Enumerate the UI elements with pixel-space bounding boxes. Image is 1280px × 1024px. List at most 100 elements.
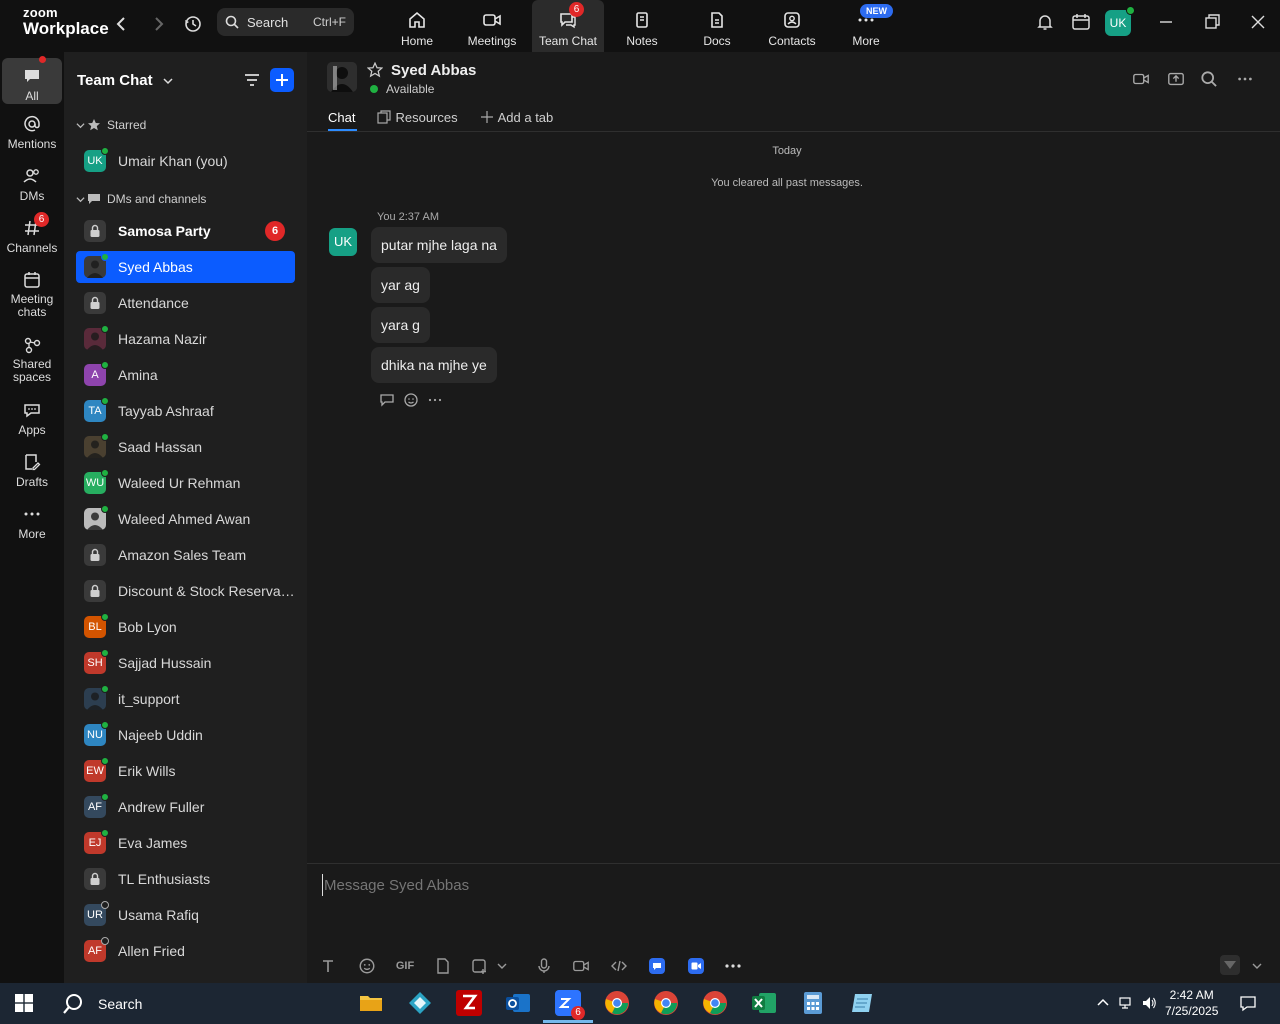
sidebar-item[interactable]: SH Sajjad Hussain	[76, 647, 295, 679]
sidebar-title[interactable]: Team Chat	[77, 72, 173, 89]
video-call-icon[interactable]	[1132, 70, 1150, 88]
contact-avatar[interactable]	[327, 62, 357, 92]
add-tab-button[interactable]: Add a tab	[480, 108, 553, 126]
sidebar-item[interactable]: WU Waleed Ur Rehman	[76, 467, 295, 499]
code-snippet-icon[interactable]	[610, 957, 628, 975]
message-bubble[interactable]: yar ag	[371, 267, 430, 303]
rail-shared-spaces[interactable]: Shared spaces	[2, 335, 62, 384]
app-icon-blue-1[interactable]	[648, 957, 666, 975]
chrome-profile-2-icon[interactable]	[653, 990, 679, 1016]
screenshot-icon[interactable]	[471, 957, 489, 975]
sidebar-item[interactable]: Syed Abbas	[76, 251, 295, 283]
zoom-taskbar-icon[interactable]: 6	[543, 990, 593, 1023]
app-diamond-icon[interactable]	[407, 990, 433, 1016]
sidebar-item[interactable]: TA Tayyab Ashraaf	[76, 395, 295, 427]
back-arrow-icon[interactable]	[112, 14, 132, 34]
sidebar-item[interactable]: Discount & Stock Reservati...	[76, 575, 295, 607]
sidebar-item[interactable]: Waleed Ahmed Awan	[76, 503, 295, 535]
message-input[interactable]	[322, 874, 1222, 896]
new-chat-button[interactable]	[270, 68, 294, 92]
filter-icon[interactable]	[242, 70, 262, 90]
tab-chat[interactable]: Chat	[328, 108, 355, 126]
file-icon[interactable]	[434, 957, 452, 975]
ellipsis-icon[interactable]	[1236, 70, 1254, 88]
rail-more[interactable]: More	[2, 504, 62, 541]
tab-meetings[interactable]: Meetings	[456, 0, 528, 52]
tab-docs[interactable]: Docs	[681, 0, 753, 52]
tab-notes[interactable]: Notes	[606, 0, 678, 52]
starred-item-umair-khan[interactable]: UK Umair Khan (you)	[76, 145, 295, 177]
notifications-icon[interactable]	[1239, 994, 1257, 1012]
sidebar-item[interactable]: Saad Hassan	[76, 431, 295, 463]
sidebar-item[interactable]: Samosa Party 6	[76, 215, 295, 247]
sidebar-item[interactable]: BL Bob Lyon	[76, 611, 295, 643]
section-starred[interactable]: Starred	[76, 118, 146, 132]
file-explorer-icon[interactable]	[358, 990, 384, 1016]
rail-drafts[interactable]: Drafts	[2, 452, 62, 489]
sidebar-item[interactable]: Amazon Sales Team	[76, 539, 295, 571]
sidebar-item[interactable]: A Amina	[76, 359, 295, 391]
show-hidden-icons-chevron-icon[interactable]	[1095, 995, 1111, 1011]
rail-mentions[interactable]: Mentions	[2, 114, 62, 151]
share-screen-icon[interactable]	[1167, 70, 1185, 88]
more-options-icon[interactable]	[427, 392, 443, 408]
sidebar-item[interactable]: AF Allen Fried	[76, 935, 295, 967]
tab-contacts[interactable]: Contacts	[756, 0, 828, 52]
rail-apps[interactable]: Apps	[2, 400, 62, 437]
sidebar-item[interactable]: Hazama Nazir	[76, 323, 295, 355]
calculator-icon[interactable]	[800, 990, 826, 1016]
sidebar-item[interactable]: EW Erik Wills	[76, 755, 295, 787]
text-format-icon[interactable]	[319, 957, 337, 975]
sidebar-item[interactable]: Attendance	[76, 287, 295, 319]
add-reaction-icon[interactable]	[403, 392, 419, 408]
taskbar-search[interactable]: Search	[62, 993, 142, 1015]
microphone-icon[interactable]	[535, 957, 553, 975]
sidebar-item[interactable]: AF Andrew Fuller	[76, 791, 295, 823]
minimize-icon[interactable]	[1156, 12, 1176, 32]
message-bubble[interactable]: dhika na mjhe ye	[371, 347, 497, 383]
message-bubble[interactable]: putar mjhe laga na	[371, 227, 507, 263]
restore-icon[interactable]	[1202, 12, 1222, 32]
sender-avatar[interactable]: UK	[329, 228, 357, 256]
history-icon[interactable]	[183, 14, 203, 34]
tab-home[interactable]: Home	[381, 0, 453, 52]
tab-more[interactable]: More NEW	[830, 0, 902, 52]
whiteboard-icon[interactable]	[1071, 12, 1091, 32]
emoji-icon[interactable]	[358, 957, 376, 975]
windows-start-icon[interactable]	[15, 994, 33, 1012]
sidebar-item[interactable]: EJ Eva James	[76, 827, 295, 859]
star-outline-icon[interactable]	[367, 62, 383, 78]
more-tools-icon[interactable]	[724, 957, 742, 975]
volume-icon[interactable]	[1141, 995, 1157, 1011]
chevron-down-icon[interactable]	[496, 957, 508, 975]
rail-meeting-chats[interactable]: Meeting chats	[2, 270, 62, 319]
search-icon[interactable]	[1200, 70, 1218, 88]
chrome-icon[interactable]	[604, 990, 630, 1016]
reply-icon[interactable]	[379, 392, 395, 408]
notepad-icon[interactable]	[849, 990, 875, 1016]
contact-name-header[interactable]: Syed Abbas	[391, 62, 476, 79]
sidebar-item[interactable]: TL Enthusiasts	[76, 863, 295, 895]
close-icon[interactable]	[1248, 12, 1268, 32]
network-icon[interactable]	[1118, 995, 1134, 1011]
search-box[interactable]: Search Ctrl+F	[217, 8, 354, 36]
filezilla-icon[interactable]	[456, 990, 482, 1016]
chrome-profile-3-icon[interactable]	[702, 990, 728, 1016]
rail-channels[interactable]: 6 Channels	[2, 212, 62, 255]
excel-icon[interactable]	[751, 990, 777, 1016]
rail-all[interactable]: All	[2, 56, 62, 104]
sidebar-item[interactable]: UR Usama Rafiq	[76, 899, 295, 931]
send-button[interactable]	[1219, 954, 1241, 976]
section-dms-channels[interactable]: DMs and channels	[76, 192, 206, 206]
sidebar-item[interactable]: it_support	[76, 683, 295, 715]
bell-icon[interactable]	[1035, 12, 1055, 32]
tab-team-chat[interactable]: Team Chat 6	[532, 0, 604, 52]
forward-arrow-icon[interactable]	[148, 14, 168, 34]
message-bubble[interactable]: yara g	[371, 307, 430, 343]
video-message-icon[interactable]	[572, 957, 590, 975]
send-options-chevron-icon[interactable]	[1251, 957, 1269, 975]
sidebar-item[interactable]: NU Najeeb Uddin	[76, 719, 295, 751]
outlook-icon[interactable]	[505, 990, 531, 1016]
rail-dms[interactable]: DMs	[2, 166, 62, 203]
tab-resources[interactable]: Resources	[377, 108, 458, 126]
